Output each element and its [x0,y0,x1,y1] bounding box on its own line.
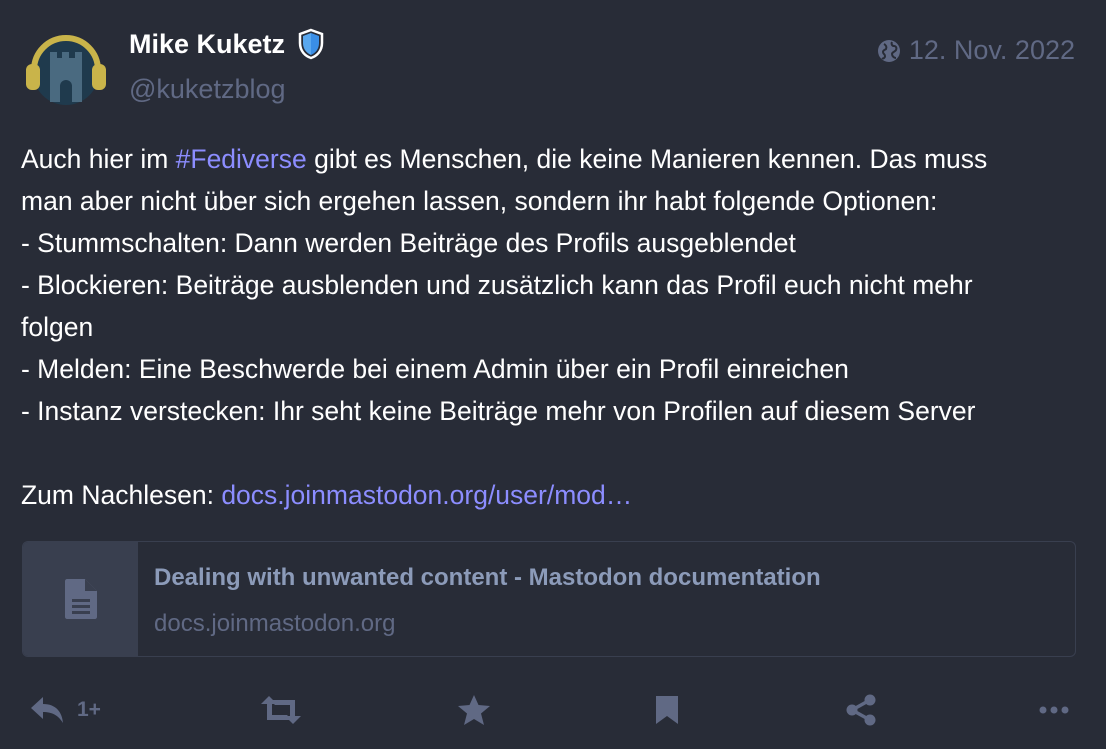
content-text: Zum Nachlesen: [21,480,222,510]
content-line: folgen [21,312,94,342]
card-title[interactable]: Dealing with unwanted content - Mastodon… [154,564,821,592]
link-preview-card[interactable]: Dealing with unwanted content - Mastodon… [22,541,1076,657]
share-button[interactable] [845,688,877,732]
reply-button[interactable]: 1+ [29,688,101,732]
content-line: Auch hier im #Fediverse gibt es Menschen… [21,138,1086,180]
timestamp[interactable]: 12. Nov. 2022 [877,35,1075,66]
content-line: man aber nicht über sich ergehen lassen,… [21,186,938,216]
paragraph-break [21,432,1086,474]
shield-icon [297,28,325,60]
author-handle[interactable]: @kuketzblog [129,74,286,105]
author-display-name[interactable]: Mike Kuketz [129,29,285,60]
avatar[interactable] [20,30,112,110]
author-name-row[interactable]: Mike Kuketz [129,28,325,60]
star-icon [458,695,490,725]
status-post: Mike Kuketz @kuketzblog 12. Nov. 2022 Au… [0,0,1106,749]
content-line: - Instanz verstecken: Ihr seht keine Bei… [21,396,976,426]
card-host: docs.joinmastodon.org [154,610,396,637]
action-bar: 1+ [0,688,1106,732]
boost-button[interactable] [261,688,301,732]
content-line: - Melden: Eine Beschwerde bei einem Admi… [21,354,849,384]
more-button[interactable] [1039,688,1069,732]
content-text: gibt es Menschen, die keine Manieren ken… [306,144,988,174]
castle-headphones-icon [26,35,106,105]
content-line: - Blockieren: Beiträge ausblenden und zu… [21,270,973,300]
document-icon [64,579,97,619]
share-icon [846,694,876,726]
content-text: Auch hier im [21,144,176,174]
globe-icon [877,39,901,63]
status-content: Auch hier im #Fediverse gibt es Menschen… [21,138,1086,516]
boost-icon [261,696,301,724]
card-thumbnail [23,542,138,656]
timestamp-text: 12. Nov. 2022 [908,35,1075,65]
reply-icon [31,697,63,723]
reply-count: 1+ [77,698,101,721]
content-line: - Stummschalten: Dann werden Beiträge de… [21,228,796,258]
favourite-button[interactable] [457,688,491,732]
bookmark-icon [656,696,678,724]
hashtag-link[interactable]: #Fediverse [176,144,307,174]
content-line: Zum Nachlesen: docs.joinmastodon.org/use… [21,474,1086,516]
bookmark-button[interactable] [654,688,680,732]
more-icon [1039,706,1069,714]
docs-link[interactable]: docs.joinmastodon.org/user/mod… [221,480,632,510]
